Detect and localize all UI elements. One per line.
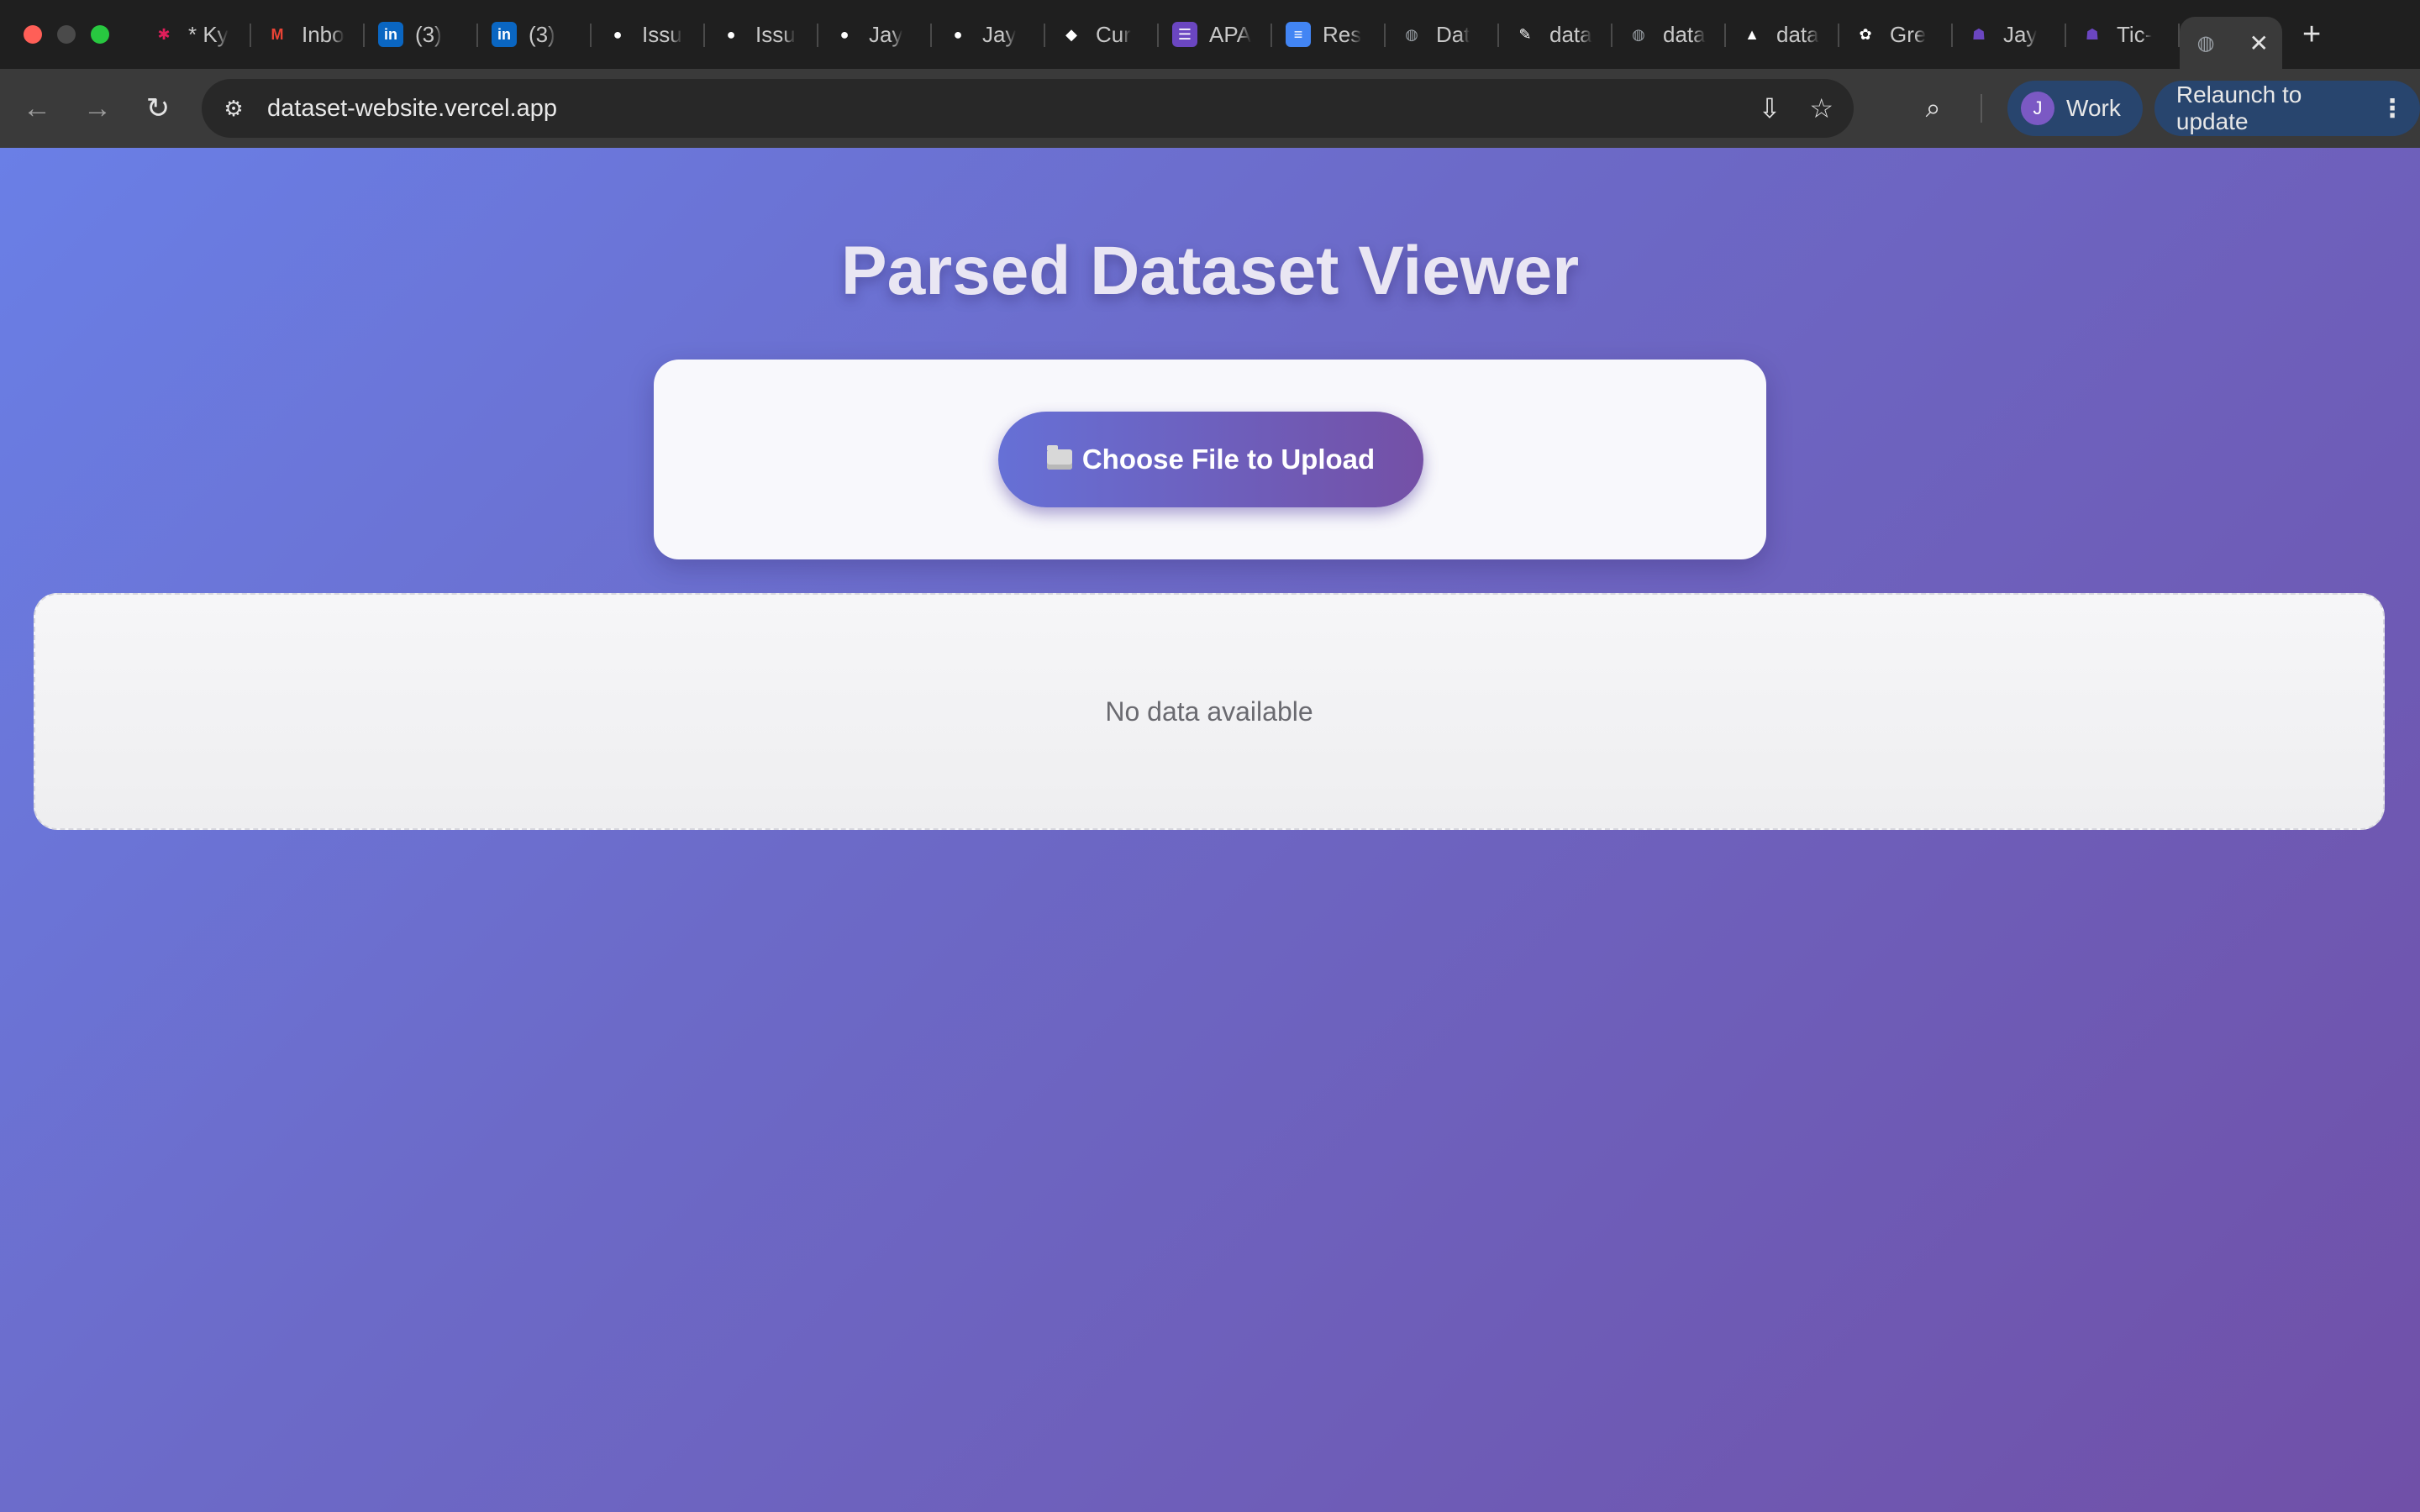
maximize-window-button[interactable] [91, 25, 109, 44]
tab-4[interactable]: ● Issu [592, 8, 705, 60]
list-icon: ☰ [1172, 22, 1197, 47]
gmail-icon: M [271, 25, 284, 43]
tab-12[interactable]: ✎ data [1499, 8, 1612, 60]
choose-file-button[interactable]: Choose File to Upload [998, 412, 1423, 507]
alien-icon: ☗ [1971, 25, 1986, 43]
tab-13[interactable]: ◍ data [1612, 8, 1726, 60]
tab-5[interactable]: ● Issu [705, 8, 818, 60]
tab-17[interactable]: ☗ Tic- [2066, 8, 2180, 60]
browser-toolbar: ← → ↻ ⚙ dataset-website.vercel.app ⇩ ☆ ⌕… [0, 69, 2420, 148]
huggingface-icon: ✎ [1518, 25, 1532, 43]
minimize-window-button[interactable] [57, 25, 76, 44]
relaunch-label: Relaunch to update [2175, 81, 2302, 134]
tab-8[interactable]: ◆ Cur [1045, 8, 1159, 60]
linkedin-icon: in [378, 22, 403, 47]
tab-9[interactable]: ☰ APA [1159, 8, 1272, 60]
tab-15[interactable]: ✿ Gre [1839, 8, 1953, 60]
tab-title: Issu [642, 21, 682, 47]
tab-title: Jay [869, 21, 903, 47]
choose-file-label: Choose File to Upload [1081, 444, 1376, 475]
tab-16[interactable]: ☗ Jay [1953, 8, 2066, 60]
slack-icon: ✱ [157, 25, 171, 43]
relaunch-update-button[interactable]: Relaunch to update ⋮ [2154, 81, 2420, 136]
tab-title: Inbo [302, 21, 345, 47]
tab-2[interactable]: in (3) [365, 8, 478, 60]
avatar: J [2021, 92, 2055, 125]
data-display-panel: No data available [34, 593, 2385, 830]
tab-10[interactable]: ≡ Res [1272, 8, 1386, 60]
tab-title: Issu [755, 21, 796, 47]
upload-card: Choose File to Upload [654, 360, 1766, 559]
profile-label: Work [2066, 95, 2121, 121]
install-app-icon[interactable]: ⇩ [1759, 92, 1781, 124]
new-tab-button[interactable]: + [2302, 17, 2321, 53]
forward-button[interactable]: → [67, 92, 128, 125]
github-icon: ● [953, 25, 963, 43]
tab-11[interactable]: ◍ Dat [1386, 8, 1499, 60]
bookmark-star-icon[interactable]: ☆ [1809, 92, 1833, 124]
tab-strip: ✱ * Ky M Inbo in (3) in (3) ● Issu ● Issu ● Jay ● Jay ◆ C… [0, 0, 2420, 69]
tab-title: Tic- [2117, 21, 2153, 47]
alien-icon: ☗ [2085, 25, 2100, 43]
window-controls [24, 25, 109, 44]
tab-14[interactable]: ▲ data [1726, 8, 1839, 60]
address-bar[interactable]: ⚙ dataset-website.vercel.app ⇩ ☆ [202, 79, 1854, 138]
github-icon: ● [839, 25, 850, 43]
page-title: Parsed Dataset Viewer [840, 233, 1580, 309]
close-tab-icon[interactable]: ✕ [2249, 29, 2269, 57]
github-icon: ● [613, 25, 623, 43]
empty-state-message: No data available [1105, 696, 1313, 727]
tab-1[interactable]: M Inbo [251, 8, 365, 60]
tab-title: APA [1209, 21, 1252, 47]
tab-title: data [1549, 21, 1592, 47]
tab-active[interactable]: ◍ ✕ [2180, 17, 2282, 69]
site-info-icon[interactable]: ⚙ [217, 92, 250, 125]
tab-title: Res [1323, 21, 1362, 47]
profile-button[interactable]: J Work [2007, 81, 2143, 136]
url-text[interactable]: dataset-website.vercel.app [267, 95, 557, 123]
page-content: Parsed Dataset Viewer Choose File to Upl… [0, 148, 2420, 1512]
globe-icon: ◍ [1405, 25, 1418, 43]
linkedin-icon: in [492, 22, 517, 47]
lens-search-icon[interactable]: ⌕ [1916, 92, 1950, 124]
back-button[interactable]: ← [7, 92, 67, 125]
openai-icon: ✿ [1859, 25, 1872, 43]
menu-kebab-icon[interactable]: ⋮ [2380, 94, 2405, 123]
tab-3[interactable]: in (3) [478, 8, 592, 60]
tab-title: Dat [1436, 21, 1470, 47]
reload-button[interactable]: ↻ [128, 92, 188, 125]
toolbar-divider [1981, 94, 1983, 123]
tab-title: (3) [529, 21, 555, 47]
tab-0[interactable]: ✱ * Ky [138, 8, 251, 60]
tab-title: * Ky [188, 21, 229, 47]
tab-title: Jay [2003, 21, 2038, 47]
docs-icon: ≡ [1286, 22, 1311, 47]
globe-icon: ◍ [1632, 25, 1645, 43]
tab-title: Jay [982, 21, 1017, 47]
tab-title: Gre [1890, 21, 1927, 47]
close-window-button[interactable] [24, 25, 42, 44]
cursor-icon: ◆ [1065, 25, 1077, 43]
github-icon: ● [726, 25, 736, 43]
tab-title: data [1776, 21, 1819, 47]
tab-title: data [1663, 21, 1706, 47]
tab-title: (3) [415, 21, 442, 47]
vercel-icon: ▲ [1744, 25, 1760, 43]
folder-icon [1046, 445, 1072, 470]
tab-7[interactable]: ● Jay [932, 8, 1045, 60]
globe-icon: ◍ [2196, 31, 2215, 55]
tab-title: Cur [1096, 21, 1131, 47]
tab-list: ✱ * Ky M Inbo in (3) in (3) ● Issu ● Issu ● Jay ● Jay ◆ C… [138, 0, 2180, 69]
tab-6[interactable]: ● Jay [818, 8, 932, 60]
